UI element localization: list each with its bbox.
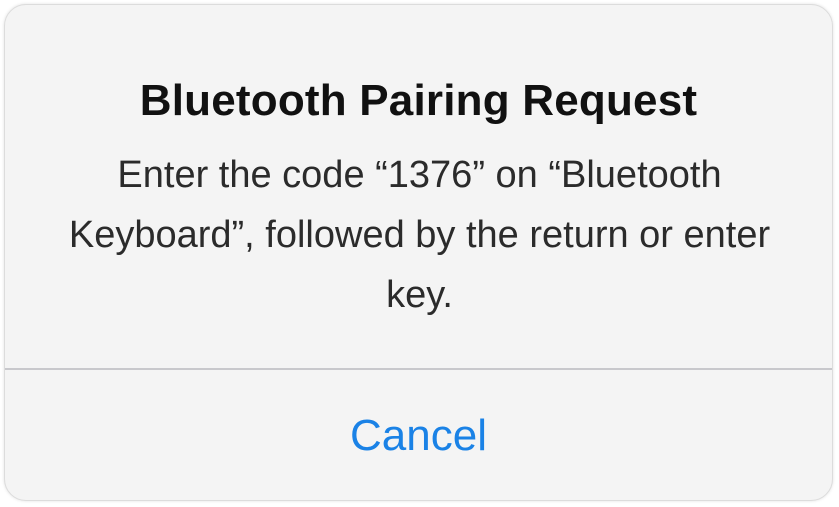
bluetooth-pairing-alert: Bluetooth Pairing Request Enter the code… — [4, 4, 833, 501]
alert-content: Bluetooth Pairing Request Enter the code… — [5, 5, 832, 368]
cancel-button-label: Cancel — [350, 411, 487, 460]
alert-message: Enter the code “1376” on “Bluetooth Keyb… — [68, 154, 771, 316]
cancel-button[interactable]: Cancel — [5, 370, 832, 500]
alert-title: Bluetooth Pairing Request — [139, 76, 698, 125]
